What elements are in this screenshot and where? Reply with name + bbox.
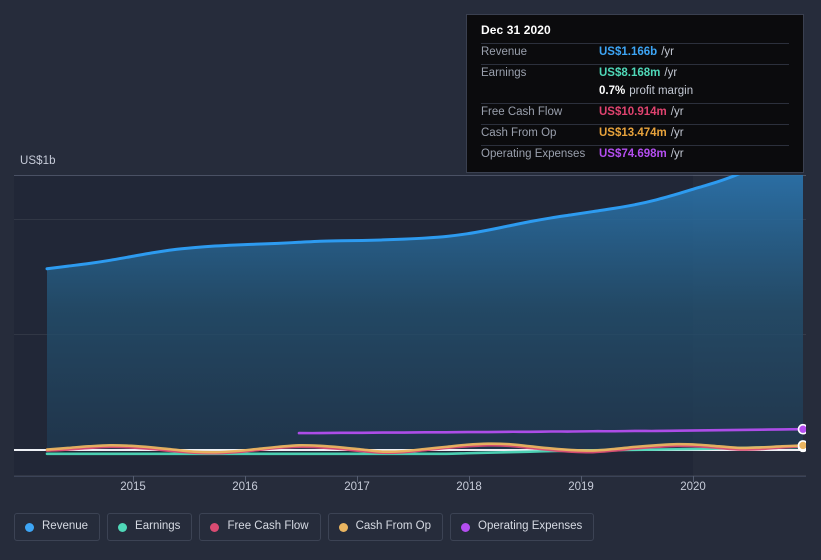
legend-color-dot-icon (25, 522, 34, 532)
tooltip-row-suffix: /yr (670, 127, 684, 139)
tooltip-row-label: Operating Expenses (481, 148, 586, 160)
financial-chart: US$1b US$0 -US$100m 20152016201720182019… (0, 0, 821, 560)
legend-item-label: Earnings (135, 520, 181, 533)
endpoint-marker-operating-expenses (797, 423, 806, 435)
chart-legend[interactable]: Revenue Earnings Free Cash Flow Cash From O… (14, 513, 595, 541)
legend-item-operating-expenses[interactable]: Operating Expenses (450, 513, 595, 541)
tooltip-row-value: US$13.474m (599, 127, 667, 139)
legend-color-dot-icon (338, 522, 348, 532)
legend-item-label: Cash From Op (355, 520, 432, 533)
tooltip-row-suffix: /yr (664, 67, 678, 79)
endpoint-marker-cash-from-op (797, 440, 806, 451)
tooltip-row-label: Revenue (481, 46, 528, 58)
legend-color-dot-icon (461, 522, 471, 532)
tooltip-row-suffix: /yr (670, 148, 684, 160)
tooltip-date: Dec 31 2020 (481, 23, 551, 37)
data-tooltip: Dec 31 2020 Revenue US$1.166b/yr Earnings U… (466, 14, 804, 173)
tooltip-row-value: US$8.168m (599, 67, 661, 79)
legend-item-earnings[interactable]: Earnings (107, 513, 193, 541)
x-axis-label: 2015 (120, 481, 146, 493)
legend-item-free-cash-flow[interactable]: Free Cash Flow (199, 513, 321, 541)
legend-item-cash-from-op[interactable]: Cash From Op (327, 513, 444, 541)
tooltip-row-label: Free Cash Flow (481, 106, 563, 118)
x-axis-label: 2018 (456, 481, 482, 493)
tooltip-row-value: US$74.698m (599, 148, 667, 160)
tooltip-row-suffix: /yr (670, 106, 684, 118)
series-area-revenue (47, 175, 803, 449)
tooltip-row-suffix: profit margin (629, 85, 694, 97)
legend-item-revenue[interactable]: Revenue (14, 513, 101, 541)
tooltip-row-value: US$1.166b (599, 46, 658, 58)
tooltip-row: Revenue US$1.166b/yr (481, 43, 789, 64)
legend-item-label: Operating Expenses (478, 520, 583, 533)
x-axis-label: 2020 (680, 481, 706, 493)
x-axis-label: 2017 (344, 481, 370, 493)
legend-item-label: Free Cash Flow (227, 520, 309, 533)
x-axis-label: 2019 (568, 481, 594, 493)
tooltip-row: Free Cash Flow US$10.914m/yr (481, 103, 789, 124)
tooltip-row-label: Cash From Op (481, 127, 557, 139)
tooltip-row-suffix: /yr (661, 46, 674, 58)
tooltip-row: Cash From Op US$13.474m/yr (481, 124, 789, 145)
legend-color-dot-icon (118, 522, 128, 532)
tooltip-row-value: US$10.914m (599, 106, 667, 118)
series-layer (45, 175, 806, 456)
tooltip-row: Earnings US$8.168m/yr (481, 64, 789, 85)
x-axis-label: 2016 (232, 481, 258, 493)
y-axis-label-top: US$1b (20, 155, 56, 167)
tooltip-row: 0.7% profit margin (481, 85, 789, 103)
legend-color-dot-icon (210, 522, 220, 532)
tooltip-row-value: 0.7% (599, 85, 626, 97)
tooltip-rows: Revenue US$1.166b/yr Earnings US$8.168m/yr 0… (481, 43, 789, 166)
plot-area (14, 175, 806, 476)
tooltip-row: Operating Expenses US$74.698m/yr (481, 145, 789, 166)
legend-item-label: Revenue (42, 520, 89, 533)
tooltip-row-label: Earnings (481, 67, 527, 79)
